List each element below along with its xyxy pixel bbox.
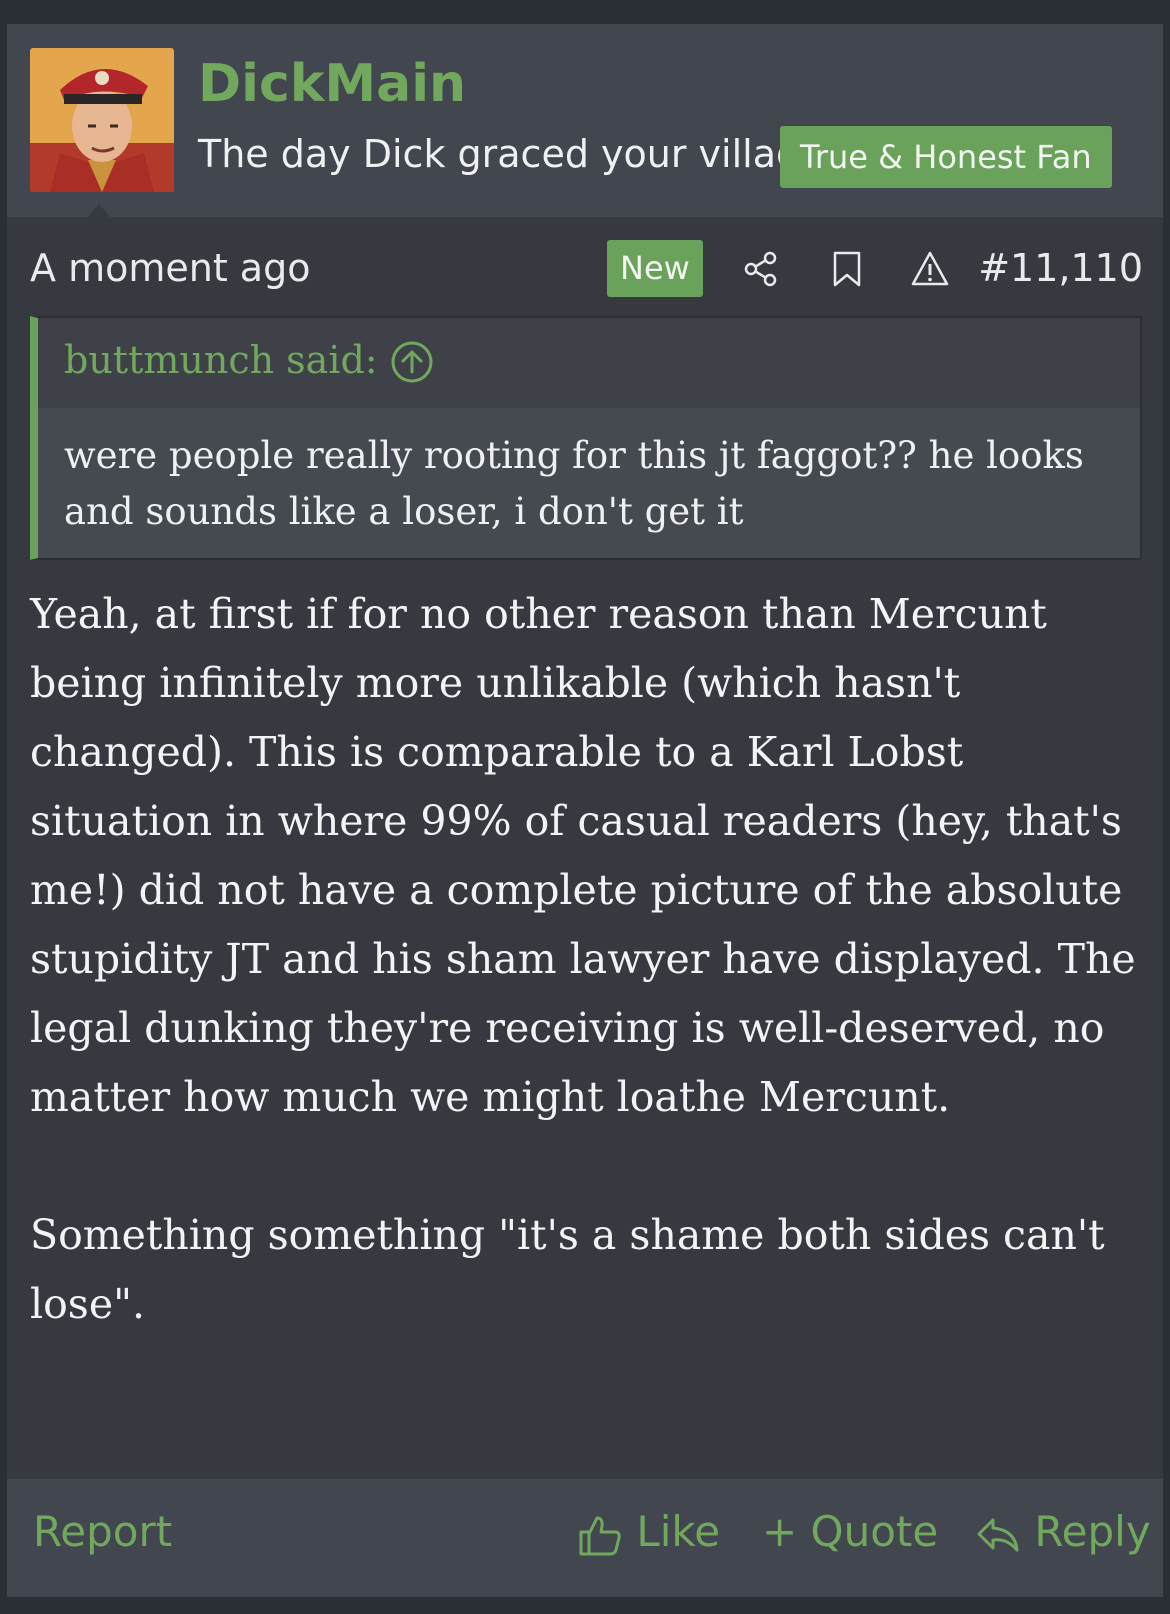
like-label: Like: [636, 1507, 721, 1556]
avatar-image: [30, 48, 174, 192]
post-time[interactable]: A moment ago: [30, 246, 310, 290]
quote-header: buttmunch said:: [38, 318, 1140, 408]
message-body: Yeah, at first if for no other reason th…: [30, 580, 1150, 1339]
forum-post: DickMain The day Dick graced your villag…: [7, 24, 1163, 1597]
report-button[interactable]: Report: [33, 1507, 172, 1556]
share-icon[interactable]: [741, 249, 781, 289]
bookmark-icon[interactable]: [827, 249, 867, 289]
new-badge: New: [607, 240, 703, 297]
quote-author[interactable]: buttmunch said:: [64, 338, 378, 382]
reply-arrow-icon: [977, 1518, 1019, 1551]
user-header: DickMain The day Dick graced your villag…: [7, 24, 1163, 218]
post-actions: Report Like + Quote Reply: [7, 1479, 1163, 1597]
like-button[interactable]: Like: [577, 1507, 720, 1558]
thumbs-up-icon: [579, 1516, 621, 1555]
report-warning-icon[interactable]: [910, 249, 950, 289]
quote-label: + Quote: [762, 1507, 939, 1556]
message-paragraph: Something something "it's a shame both s…: [30, 1211, 1105, 1328]
arrow-up-circle-icon[interactable]: [390, 340, 434, 384]
quote-block: buttmunch said: were people really rooti…: [30, 316, 1142, 560]
post-number-link[interactable]: #11,110: [978, 246, 1143, 290]
quote-button[interactable]: + Quote: [762, 1507, 938, 1556]
post-meta-bar: A moment ago New #11,110: [7, 240, 1163, 300]
report-label: Report: [33, 1507, 173, 1556]
user-banner: True & Honest Fan: [780, 126, 1112, 188]
username[interactable]: DickMain: [198, 54, 466, 114]
avatar[interactable]: [30, 48, 174, 192]
message-paragraph: Yeah, at first if for no other reason th…: [30, 590, 1136, 1121]
reply-button[interactable]: Reply: [975, 1507, 1151, 1558]
user-title: The day Dick graced your village: [198, 132, 824, 176]
quote-text: were people really rooting for this jt f…: [64, 434, 1084, 533]
reply-label: Reply: [1034, 1507, 1151, 1556]
